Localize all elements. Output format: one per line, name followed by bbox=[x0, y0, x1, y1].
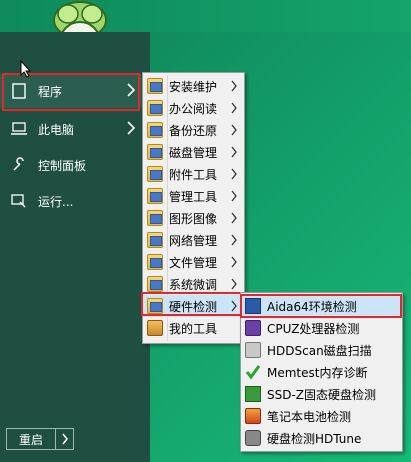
menu-item-memtest[interactable]: Memtest内存诊断 bbox=[241, 361, 402, 383]
menu-item-label: 笔记本电池检测 bbox=[267, 409, 352, 424]
highlight-box-programs bbox=[2, 73, 140, 111]
folder-icon bbox=[147, 254, 163, 270]
menu-item-disk[interactable]: 磁盘管理 bbox=[143, 141, 244, 163]
folder-icon bbox=[147, 188, 163, 204]
folder-icon bbox=[147, 122, 163, 138]
menu-item-hdtune[interactable]: 硬盘检测HDTune bbox=[241, 427, 402, 449]
mouse-cursor-icon bbox=[20, 60, 32, 78]
chevron-right-icon bbox=[231, 256, 237, 268]
menu-item-backup[interactable]: 备份还原 bbox=[143, 119, 244, 141]
start-item-this-pc[interactable]: 此电脑 bbox=[0, 112, 150, 146]
menu-item-ssdz[interactable]: SSD-Z固态硬盘检测 bbox=[241, 383, 402, 405]
folder-icon bbox=[147, 100, 163, 116]
start-item-label: 此电脑 bbox=[38, 122, 75, 137]
menu-item-admin[interactable]: 管理工具 bbox=[143, 185, 244, 207]
start-item-label: 控制面板 bbox=[38, 158, 87, 173]
start-item-run[interactable]: 运行... bbox=[0, 184, 150, 218]
computer-icon bbox=[10, 120, 28, 138]
menu-item-files[interactable]: 文件管理 bbox=[143, 251, 244, 273]
cpuz-icon bbox=[245, 320, 261, 336]
hddscan-icon bbox=[245, 342, 261, 358]
folder-icon bbox=[147, 232, 163, 248]
chevron-right-icon bbox=[231, 124, 237, 136]
menu-item-label: HDDScan磁盘扫描 bbox=[267, 343, 372, 358]
chevron-right-icon bbox=[231, 168, 237, 180]
menu-item-graphics[interactable]: 图形图像 bbox=[143, 207, 244, 229]
battery-icon bbox=[245, 408, 261, 424]
menu-item-network[interactable]: 网络管理 bbox=[143, 229, 244, 251]
folder-icon bbox=[147, 78, 163, 94]
menu-item-label: 备份还原 bbox=[169, 123, 218, 138]
highlight-box-aida64 bbox=[240, 294, 402, 318]
chevron-right-icon bbox=[231, 212, 237, 224]
menu-item-cpuz[interactable]: CPUZ处理器检测 bbox=[241, 317, 402, 339]
menu-item-label: 系统微调 bbox=[169, 277, 218, 292]
menu-item-label: 文件管理 bbox=[169, 255, 218, 270]
menu-item-label: 管理工具 bbox=[169, 189, 218, 204]
chevron-right-icon bbox=[231, 190, 237, 202]
menu-item-label: Memtest内存诊断 bbox=[267, 365, 368, 380]
start-item-label: 运行... bbox=[38, 194, 74, 209]
folder-icon bbox=[147, 144, 163, 160]
restart-button[interactable]: 重启 bbox=[6, 428, 74, 450]
menu-item-label: 磁盘管理 bbox=[169, 145, 218, 160]
menu-item-label: 办公阅读 bbox=[169, 101, 218, 116]
chevron-right-icon bbox=[231, 146, 237, 158]
start-item-control-panel[interactable]: 控制面板 bbox=[0, 148, 150, 182]
menu-item-label: 附件工具 bbox=[169, 167, 218, 182]
menu-item-label: 图形图像 bbox=[169, 211, 218, 226]
chevron-right-icon bbox=[231, 278, 237, 290]
menu-item-label: CPUZ处理器检测 bbox=[267, 321, 360, 336]
chevron-right-icon bbox=[231, 102, 237, 114]
menu-item-battery[interactable]: 笔记本电池检测 bbox=[241, 405, 402, 427]
hdtune-icon bbox=[245, 430, 261, 446]
ssdz-icon bbox=[245, 386, 261, 402]
menu-item-hddscan[interactable]: HDDScan磁盘扫描 bbox=[241, 339, 402, 361]
menu-item-label: 网络管理 bbox=[169, 233, 218, 248]
chevron-right-icon[interactable] bbox=[56, 429, 73, 449]
chevron-right-icon bbox=[231, 80, 237, 92]
memtest-check-icon bbox=[245, 364, 261, 380]
wrench-icon bbox=[10, 156, 28, 174]
menu-item-mytools[interactable]: 我的工具 bbox=[143, 317, 244, 339]
menu-item-accessories[interactable]: 附件工具 bbox=[143, 163, 244, 185]
menu-item-label: 我的工具 bbox=[169, 321, 218, 336]
toolbox-icon bbox=[147, 320, 163, 336]
chevron-right-icon bbox=[127, 121, 136, 135]
folder-icon bbox=[147, 276, 163, 292]
folder-icon bbox=[147, 210, 163, 226]
chevron-right-icon bbox=[231, 234, 237, 246]
menu-item-office[interactable]: 办公阅读 bbox=[143, 97, 244, 119]
folder-icon bbox=[147, 166, 163, 182]
restart-label: 重启 bbox=[7, 429, 56, 449]
run-icon bbox=[10, 192, 28, 210]
menu-item-label: SSD-Z固态硬盘检测 bbox=[267, 387, 377, 402]
menu-item-install[interactable]: 安装维护 bbox=[143, 75, 244, 97]
highlight-box-hardware bbox=[141, 292, 243, 316]
menu-item-label: 硬盘检测HDTune bbox=[267, 431, 362, 446]
menu-item-label: 安装维护 bbox=[169, 79, 218, 94]
